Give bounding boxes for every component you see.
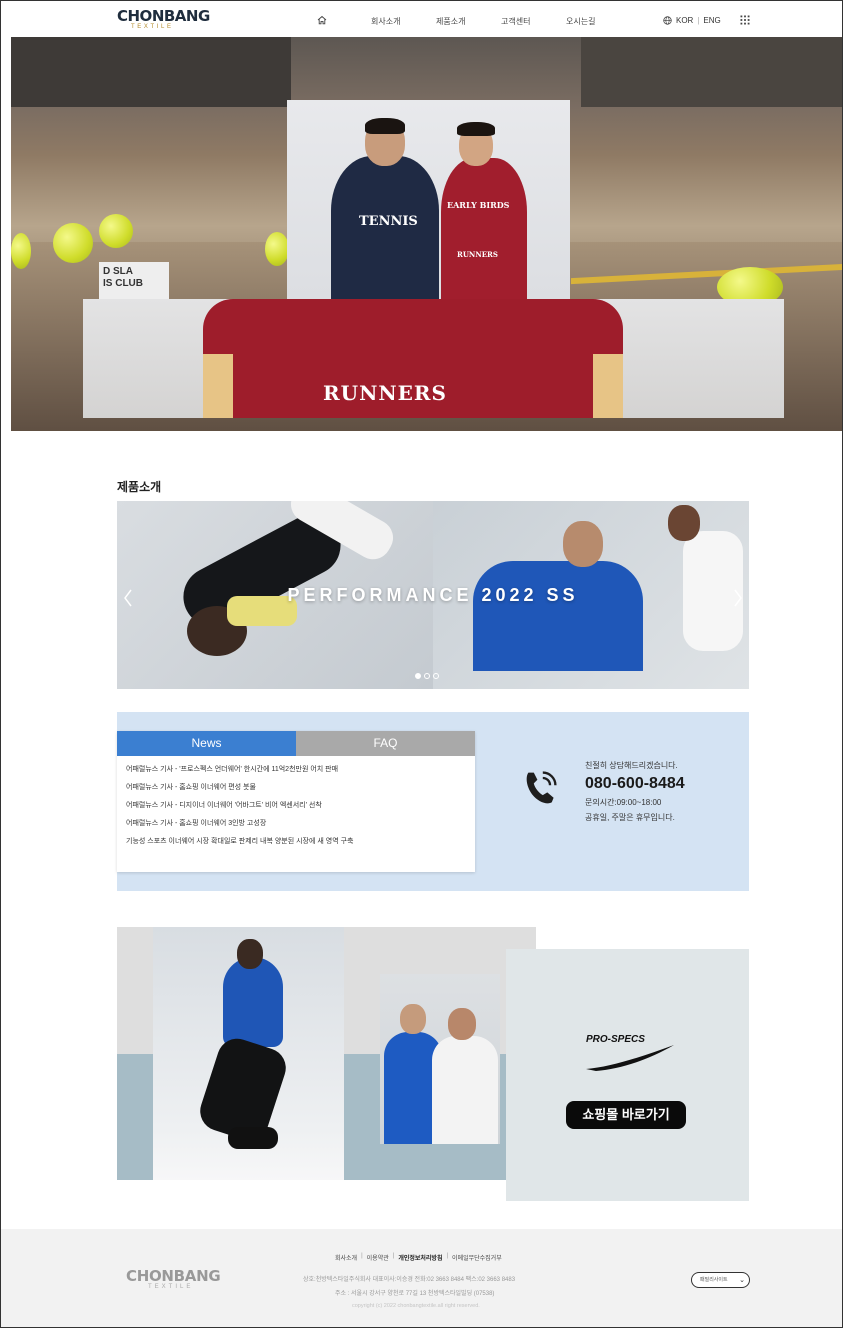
hero-sign: D SLA IS CLUB [99, 262, 169, 302]
slider-dot[interactable] [424, 673, 430, 679]
hero-photo-closeup: RUNNERS [83, 299, 784, 418]
tennis-ball [99, 214, 133, 248]
shirt-text-left: TENNIS [359, 214, 418, 229]
news-contact-section: News FAQ 어패럴뉴스 기사 - '프로스펙스 언더웨어' 한시간에 11… [117, 712, 749, 891]
slider-pagination [415, 673, 439, 679]
slider-dot[interactable] [415, 673, 421, 679]
hero-background-window [11, 37, 291, 107]
contact-hours: 문의시간:09:00~18:00 [585, 798, 662, 807]
nav-item-products[interactable]: 제품소개 [436, 16, 465, 27]
family-site-select[interactable]: 패밀리사이트 ⌄ [691, 1272, 750, 1288]
footer-company-info: 상호:천방텍스타일주식회사 대표이사:이승경 전화:02 3663 8484 팩… [303, 1277, 516, 1283]
tennis-ball [265, 232, 289, 266]
products-section-title: 제품소개 [117, 480, 162, 494]
grid-menu-icon[interactable] [740, 15, 750, 25]
athlete-head [237, 939, 263, 969]
prospecs-wordmark: PRO-SPECS [586, 1034, 645, 1045]
footer-link-separator: | [361, 1253, 363, 1259]
athlete-shoe [228, 1127, 278, 1149]
news-item[interactable]: 어패럴뉴스 기사 - 홈쇼핑 이너웨어 편성 붓물 [126, 782, 353, 800]
hero-banner: D SLA IS CLUB TENNIS EARLY BIRDS RUNNERS … [11, 37, 842, 431]
footer-link-company[interactable]: 회사소개 [335, 1253, 357, 1262]
athlete-head [563, 521, 603, 567]
family-site-label: 패밀리사이트 [700, 1277, 728, 1283]
news-item[interactable]: 어패럴뉴스 기사 - 디지이너 이너웨어 '어바그트' 비어 엑센서리' 선착 [126, 800, 353, 818]
athlete-jacket [223, 957, 283, 1047]
prospecs-logo[interactable]: PRO-SPECS [586, 1034, 676, 1074]
site-header: CHONBANG TEXTILE 회사소개 제품소개 고객센터 오시는길 KOR… [1, 1, 842, 37]
footer-links: 회사소개 | 이용약관 | 개인정보처리방침 | 이메일무단수집거부 [335, 1253, 502, 1262]
product-slider[interactable]: PERFORMANCE 2022 SS [117, 501, 749, 689]
lang-separator: | [697, 16, 700, 25]
footer-link-separator: | [392, 1253, 395, 1259]
hero-photo-models: TENNIS EARLY BIRDS RUNNERS [287, 100, 570, 300]
tab-faq[interactable]: FAQ [296, 731, 475, 756]
shop-mall-button[interactable]: 쇼핑몰 바로가기 [566, 1101, 686, 1129]
footer-copyright: copyright (c) 2022 chonbangtextile.all r… [352, 1303, 480, 1309]
main-nav: 회사소개 제품소개 고객센터 오시는길 KOR | ENG [1, 13, 842, 29]
lang-eng-link[interactable]: ENG [703, 16, 720, 25]
brand-panel: PRO-SPECS 쇼핑몰 바로가기 [506, 949, 749, 1201]
closeup-shirt-text: RUNNERS [323, 381, 447, 405]
slide-caption: PERFORMANCE 2022 SS [287, 585, 579, 605]
site-footer: CHONBANG TEXTILE 회사소개 | 이용약관 | 개인정보처리방침 … [1, 1229, 842, 1327]
contact-lead: 친절히 상담해드리겠습니다. [585, 761, 678, 770]
footer-link-separator: | [446, 1253, 449, 1259]
lang-kor-link[interactable]: KOR [676, 16, 693, 25]
contact-phone[interactable]: 080-600-8484 [585, 775, 725, 793]
globe-icon [663, 16, 672, 25]
tennis-ball [53, 223, 93, 263]
home-icon[interactable] [317, 15, 327, 25]
contact-closed: 공휴일, 주말은 휴무입니다. [585, 813, 675, 822]
language-switcher: KOR | ENG [663, 16, 721, 25]
closeup-sleeve-trim [203, 354, 233, 418]
brand-photo-models [380, 974, 500, 1144]
news-item[interactable]: 어패럴뉴스 기사 - '프로스펙스 언더웨어' 한시간에 11억2천만원 어치 … [126, 764, 353, 782]
slider-dot[interactable] [433, 673, 439, 679]
shirt-text-right: EARLY BIRDS [447, 200, 510, 210]
model-right [441, 158, 527, 300]
athlete-jacket [473, 561, 643, 671]
shirt-text-right-sub: RUNNERS [457, 250, 498, 259]
news-card: News FAQ 어패럴뉴스 기사 - '프로스펙스 언더웨어' 한시간에 11… [117, 731, 475, 872]
model-head [448, 1008, 476, 1040]
athlete-head [668, 505, 700, 541]
tab-news[interactable]: News [117, 731, 296, 756]
contact-text: 친절히 상담해드리겠습니다. 080-600-8484 문의시간:09:00~1… [585, 760, 725, 823]
nav-item-support[interactable]: 고객센터 [501, 16, 530, 27]
tennis-ball [11, 233, 31, 269]
news-item[interactable]: 기능성 스포츠 이너웨어 시장 확대일로 판제리 내복 양분된 시장에 새 영역… [126, 836, 353, 854]
nav-item-company[interactable]: 회사소개 [371, 16, 400, 27]
chevron-down-icon: ⌄ [739, 1277, 745, 1284]
footer-address: 주소 : 서울시 강서구 양천로 77길 13 천방텍스타일빌딩 (07538) [335, 1291, 495, 1297]
news-item[interactable]: 어패럴뉴스 기사 - 홈쇼핑 이너웨어 3인방 고성장 [126, 818, 353, 836]
footer-logo-wordmark: CHONBANG [126, 1267, 221, 1285]
model-left-hair [365, 118, 405, 134]
hero-sign-text: D SLA IS CLUB [103, 266, 143, 289]
model-head [400, 1004, 426, 1034]
hero-background-window [581, 37, 842, 107]
footer-link-terms[interactable]: 이용약관 [367, 1253, 389, 1262]
phone-icon [526, 771, 557, 804]
brand-photo-athlete [153, 927, 344, 1180]
prospecs-swoosh-icon [586, 1045, 674, 1071]
footer-link-privacy[interactable]: 개인정보처리방침 [398, 1253, 442, 1262]
model-jacket-white [432, 1036, 498, 1144]
closeup-sleeve-trim [593, 354, 623, 418]
page-frame: CHONBANG TEXTILE 회사소개 제품소개 고객센터 오시는길 KOR… [0, 0, 843, 1328]
slider-next-icon[interactable] [733, 589, 743, 607]
news-list: 어패럴뉴스 기사 - '프로스펙스 언더웨어' 한시간에 11억2천만원 어치 … [126, 764, 353, 854]
footer-link-email-policy[interactable]: 이메일무단수집거부 [452, 1253, 502, 1262]
slider-prev-icon[interactable] [123, 589, 133, 607]
footer-logo[interactable]: CHONBANG TEXTILE [126, 1269, 221, 1297]
model-right-hair [457, 122, 495, 136]
nav-item-location[interactable]: 오시는길 [566, 16, 595, 27]
